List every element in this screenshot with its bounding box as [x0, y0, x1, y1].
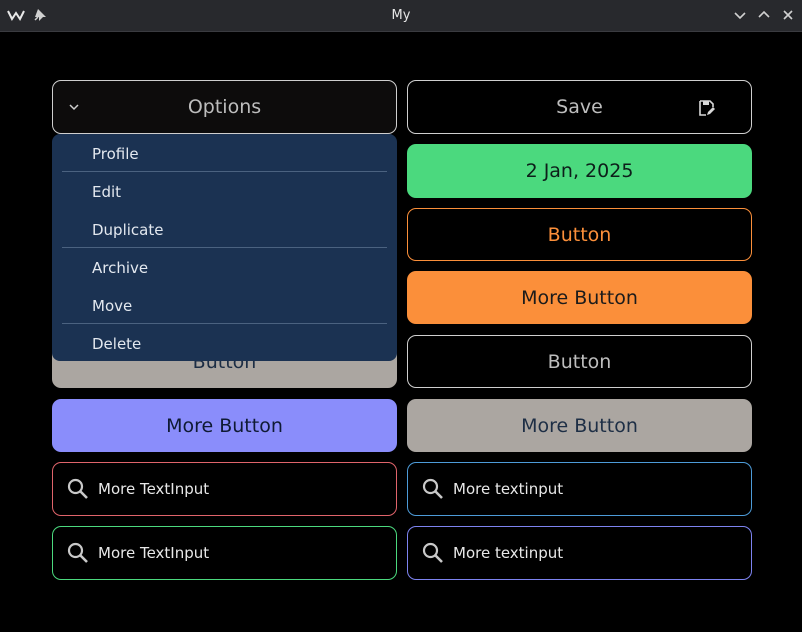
search-icon: [422, 542, 443, 563]
save-button[interactable]: Save: [407, 80, 752, 134]
button-more-blue-label: More Button: [166, 414, 283, 437]
options-menu: Profile Edit Duplicate Archive Move Dele…: [52, 134, 397, 361]
search-input-red[interactable]: More TextInput: [52, 462, 397, 516]
button-more-gray-label: More Button: [521, 414, 638, 437]
save-edit-icon: [699, 100, 715, 116]
button-more-gray[interactable]: More Button: [407, 399, 752, 452]
search-input-indigo-value: More textinput: [453, 544, 564, 562]
menu-item-edit[interactable]: Edit: [92, 183, 121, 201]
menu-item-archive[interactable]: Archive: [92, 259, 148, 277]
search-input-indigo[interactable]: More textinput: [407, 526, 752, 580]
close-icon[interactable]: [781, 8, 795, 22]
button-outline-label: Button: [547, 350, 612, 373]
search-icon: [422, 478, 443, 499]
date-button[interactable]: 2 Jan, 2025: [407, 144, 752, 198]
button-more-blue[interactable]: More Button: [52, 399, 397, 452]
search-input-green[interactable]: More TextInput: [52, 526, 397, 580]
menu-divider: [62, 247, 387, 248]
button-more-orange[interactable]: More Button: [407, 271, 752, 324]
options-dropdown-label: Options: [187, 96, 262, 118]
search-input-red-value: More TextInput: [98, 480, 210, 498]
button-outline[interactable]: Button: [407, 335, 752, 388]
save-button-label: Save: [556, 96, 603, 118]
menu-item-duplicate[interactable]: Duplicate: [92, 221, 163, 239]
menu-divider: [62, 323, 387, 324]
button-more-orange-label: More Button: [521, 286, 638, 309]
date-button-label: 2 Jan, 2025: [525, 160, 634, 182]
minimize-icon[interactable]: [733, 8, 747, 22]
button-orange-outline-label: Button: [547, 223, 612, 246]
window-title: My: [391, 8, 411, 23]
search-input-blue[interactable]: More textinput: [407, 462, 752, 516]
button-orange-outline[interactable]: Button: [407, 208, 752, 261]
menu-divider: [62, 171, 387, 172]
menu-item-move[interactable]: Move: [92, 297, 132, 315]
search-icon: [67, 542, 88, 563]
search-input-green-value: More TextInput: [98, 544, 210, 562]
maximize-icon[interactable]: [757, 8, 771, 22]
search-icon: [67, 478, 88, 499]
menu-item-profile[interactable]: Profile: [92, 145, 139, 163]
search-input-blue-value: More textinput: [453, 480, 564, 498]
options-dropdown[interactable]: Options: [52, 80, 397, 134]
title-bar: My: [0, 0, 802, 32]
menu-item-delete[interactable]: Delete: [92, 335, 141, 353]
